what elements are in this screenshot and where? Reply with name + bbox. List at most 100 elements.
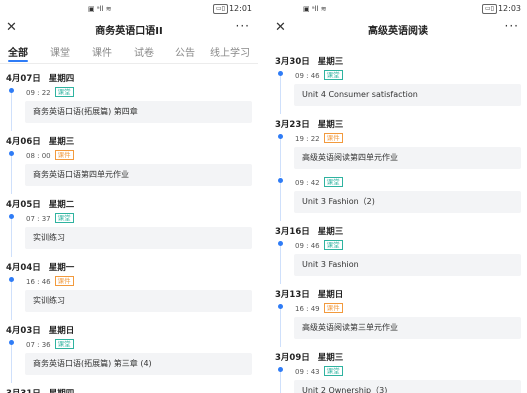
entry-type-badge: 课件	[323, 133, 343, 143]
tab-class[interactable]: 课堂	[50, 44, 70, 59]
date-label: 4月03日	[6, 326, 41, 336]
tab-notice[interactable]: 公告	[175, 44, 195, 59]
date-header: 3月16日 星期三	[275, 225, 343, 237]
entry-time: 07 : 37	[26, 215, 51, 223]
page-title: 高级英语阅读	[368, 26, 428, 37]
entry-type-badge: 课堂	[323, 366, 343, 376]
date-label: 3月16日	[275, 227, 310, 237]
tab-bar: 全部 课堂 课件 试卷 公告 线上学习	[0, 40, 258, 64]
entry-time-row: 07 : 37 课堂	[26, 213, 74, 223]
timeline-dot	[278, 367, 283, 372]
timeline-line	[280, 179, 281, 221]
date-label: 4月05日	[6, 200, 41, 210]
entry-card[interactable]: 商务英语口语(拓展篇) 第四章	[25, 101, 252, 123]
weekday-label: 星期三	[48, 137, 75, 147]
timeline-dot	[9, 151, 14, 156]
entry-card[interactable]: 高级英语阅读第四单元作业	[294, 147, 521, 169]
more-icon[interactable]: ···	[236, 19, 250, 33]
tab-online[interactable]: 线上学习	[210, 44, 250, 59]
date-header: 3月31日 星期四	[6, 387, 74, 393]
weekday-label: 星期三	[317, 57, 344, 67]
weekday-label: 星期日	[317, 290, 344, 300]
date-label: 3月09日	[275, 353, 310, 363]
timeline-line	[280, 72, 281, 114]
status-time: 12:01	[228, 4, 252, 13]
timeline-line	[280, 242, 281, 284]
entry-card[interactable]: 商务英语口语第四单元作业	[25, 164, 252, 186]
tab-exam[interactable]: 试卷	[134, 44, 154, 59]
entry-time-row: 09 : 46 课堂	[295, 70, 343, 80]
date-header: 4月04日 星期一	[6, 261, 74, 273]
timeline-dot	[9, 88, 14, 93]
entry-card[interactable]: 实训练习	[25, 290, 252, 312]
entry-card[interactable]: 实训练习	[25, 227, 252, 249]
date-label: 3月31日	[6, 389, 41, 393]
weekday-label: 星期一	[48, 263, 75, 273]
tab-courseware[interactable]: 课件	[92, 44, 112, 59]
entry-time-row: 09 : 22 课堂	[26, 87, 74, 97]
date-header: 3月30日 星期三	[275, 55, 343, 67]
weekday-label: 星期四	[49, 389, 75, 393]
battery-icon: ▭▯	[213, 4, 228, 14]
signal-icon: ▣ ᵃll ≋	[88, 5, 112, 13]
entry-card[interactable]: 高级英语阅读第三单元作业	[294, 317, 521, 339]
active-tab-indicator	[8, 60, 28, 62]
entry-card[interactable]: 商务英语口语(拓展篇) 第三章 (4)	[25, 353, 252, 375]
entry-card[interactable]: Unit 2 Ownership（3)	[294, 380, 521, 393]
tab-all[interactable]: 全部	[8, 44, 28, 59]
entry-type-badge: 课堂	[323, 177, 343, 187]
entry-time: 09 : 22	[26, 89, 51, 97]
status-time: 12:03	[497, 4, 521, 13]
more-icon[interactable]: ···	[505, 19, 519, 33]
timeline-line	[11, 341, 12, 383]
app-header: ✕ 高级英语阅读 ···	[269, 18, 527, 40]
entry-time: 09 : 46	[295, 72, 320, 80]
weekday-label: 星期二	[48, 200, 75, 210]
timeline-dot	[278, 134, 283, 139]
entry-time: 09 : 42	[295, 179, 320, 187]
date-header: 4月07日 星期四	[6, 72, 74, 84]
timeline-line	[11, 89, 12, 131]
entry-type-badge: 课堂	[323, 240, 343, 250]
entry-time: 07 : 36	[26, 341, 51, 349]
date-label: 4月07日	[6, 74, 41, 84]
timeline-dot	[278, 178, 283, 183]
date-header: 4月06日 星期三	[6, 135, 74, 147]
status-bar: ▣ ᵃll ≋ ▭▯ 12:03	[269, 0, 527, 18]
entry-time: 09 : 46	[295, 242, 320, 250]
battery-icon: ▭▯	[482, 4, 497, 14]
timeline-line	[11, 152, 12, 194]
timeline-dot	[278, 304, 283, 309]
entry-type-badge: 课堂	[54, 339, 74, 349]
right-screen: ▣ ᵃll ≋ ▭▯ 12:03 ✕ 高级英语阅读 ··· 3月30日 星期三 09…	[269, 0, 527, 393]
entry-time-row: 09 : 42 课堂	[295, 177, 343, 187]
timeline-line	[280, 135, 281, 177]
date-header: 3月09日 星期三	[275, 351, 343, 363]
entry-card[interactable]: Unit 3 Fashion	[294, 254, 521, 276]
date-label: 3月13日	[275, 290, 310, 300]
entry-card[interactable]: Unit 4 Consumer satisfaction	[294, 84, 521, 106]
timeline-dot	[9, 340, 14, 345]
entry-time-row: 16 : 49 课件	[295, 303, 343, 313]
entry-time-row: 07 : 36 课堂	[26, 339, 74, 349]
entry-time: 16 : 46	[26, 278, 51, 286]
entry-card[interactable]: Unit 3 Fashion（2)	[294, 191, 521, 213]
entry-time: 16 : 49	[295, 305, 320, 313]
date-header: 4月03日 星期日	[6, 324, 74, 336]
entry-type-badge: 课件	[54, 150, 74, 160]
app-header: ✕ 商务英语口语II ···	[0, 18, 258, 40]
timeline-line	[280, 305, 281, 347]
entry-type-badge: 课堂	[54, 213, 74, 223]
date-label: 3月23日	[275, 120, 310, 130]
entry-time-row: 19 : 22 课件	[295, 133, 343, 143]
date-header: 3月13日 星期日	[275, 288, 343, 300]
date-label: 4月04日	[6, 263, 41, 273]
timeline-dot	[9, 277, 14, 282]
timeline-dot	[9, 214, 14, 219]
entry-time: 09 : 43	[295, 368, 320, 376]
status-bar: ▣ ᵃll ≋ ▭▯ 12:01	[0, 0, 258, 18]
timeline-dot	[278, 241, 283, 246]
weekday-label: 星期三	[317, 120, 344, 130]
weekday-label: 星期四	[48, 74, 75, 84]
entry-time: 08 : 00	[26, 152, 51, 160]
